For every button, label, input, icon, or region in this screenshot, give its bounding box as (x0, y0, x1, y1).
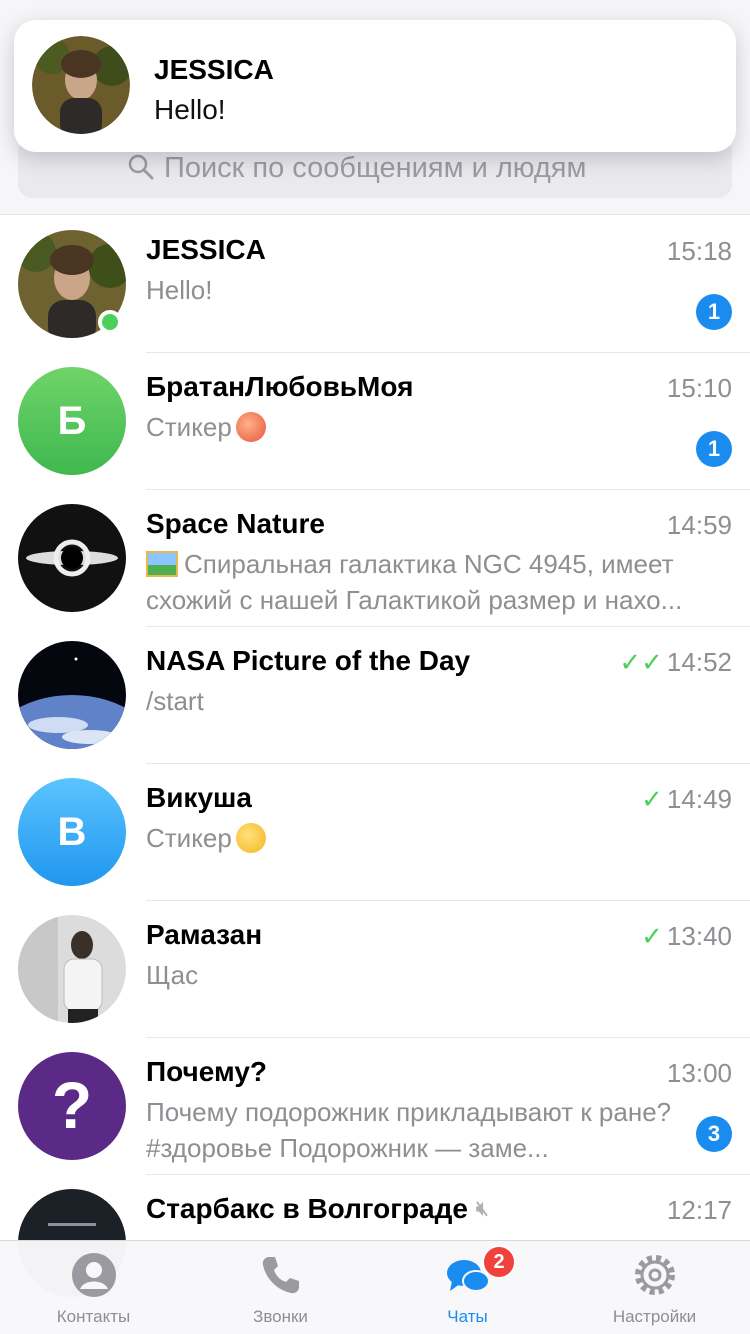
chat-name: Рамазан (146, 919, 263, 950)
chat-preview: Hello! (146, 275, 213, 305)
tab-calls[interactable]: Звонки (187, 1241, 374, 1334)
tab-label: Контакты (56, 1307, 131, 1326)
chat-time: ✓ 14:49 (641, 784, 732, 815)
chat-time: ✓✓ 14:52 (619, 647, 732, 678)
chat-preview: Щас (146, 960, 199, 990)
tab-label: Звонки (253, 1307, 308, 1326)
chat-preview-text: Стикер (146, 412, 232, 442)
notification-title: JESSICA (154, 54, 274, 85)
notification-text: Hello! (154, 94, 226, 125)
chat-row-pochemu[interactable]: ? Почему? 13:00 Почему подорожник прикла… (0, 1038, 750, 1175)
chat-row-space-nature[interactable]: Space Nature 14:59 Спиральная галактика … (0, 490, 750, 627)
chat-name-text: Старбакс в Волгограде (146, 1193, 468, 1224)
contacts-icon (71, 1253, 116, 1297)
chat-preview-text: Спиральная галактика NGC 4945, имеет схо… (146, 549, 683, 615)
chat-time: 15:10 (666, 373, 732, 403)
tab-contacts[interactable]: Контакты (0, 1241, 187, 1334)
chat-row-jessica[interactable]: JESSICA 15:18 Hello! 1 (0, 216, 750, 353)
double-check-icon: ✓✓ (619, 647, 663, 677)
online-indicator (98, 310, 122, 334)
letter-avatar: В (18, 778, 126, 886)
unread-badge: 1 (696, 431, 732, 467)
chat-preview: Стикер (146, 820, 676, 856)
check-icon: ✓ (641, 921, 663, 951)
chat-time-text: 14:52 (666, 647, 732, 677)
notification-banner[interactable]: JESSICA Hello! (14, 20, 736, 152)
tab-settings[interactable]: Настройки (561, 1241, 748, 1334)
chat-preview: Спиральная галактика NGC 4945, имеет схо… (146, 546, 726, 618)
mute-icon: 🔇︎ (475, 1198, 489, 1220)
chat-name: NASA Picture of the Day (146, 645, 471, 676)
chat-name: Space Nature (146, 508, 325, 539)
search-input[interactable]: Поиск по сообщениям и людям (164, 152, 586, 185)
peach-emoji-icon (235, 412, 266, 442)
grin-emoji-icon (235, 823, 266, 853)
tab-label: Чаты (447, 1307, 488, 1326)
chat-preview: Стикер (146, 409, 676, 445)
tab-badge: 2 (482, 1245, 516, 1279)
chat-row-nasa[interactable]: NASA Picture of the Day ✓✓ 14:52 /start (0, 627, 750, 764)
chat-time: ✓ 13:40 (641, 921, 732, 952)
unread-badge: 3 (696, 1116, 732, 1152)
chat-time-text: 13:40 (666, 921, 732, 951)
letter-avatar: Б (18, 367, 126, 475)
tab-label: Настройки (612, 1307, 697, 1326)
chat-name: Почему? (146, 1056, 268, 1087)
notification-avatar (32, 36, 130, 134)
chat-preview-text: Стикер (146, 823, 232, 853)
chat-time: 15:18 (666, 236, 732, 266)
photo-avatar (18, 915, 126, 1023)
chat-time: 12:17 (666, 1195, 732, 1225)
chat-row-ramazan[interactable]: Рамазан ✓ 13:40 Щас (0, 901, 750, 1038)
tab-bar: Контакты Звонки 2 Чаты Настройки (0, 1240, 750, 1334)
question-avatar: ? (18, 1052, 126, 1160)
earth-avatar (18, 641, 126, 749)
chat-preview: /start (146, 686, 204, 716)
avatar-letter: Б (57, 398, 87, 443)
chat-time-text: 14:49 (666, 784, 732, 814)
chat-list: JESSICA 15:18 Hello! 1 Б БратанЛюбовьМоя… (0, 216, 750, 1312)
chat-time: 14:59 (666, 510, 732, 540)
settings-icon (634, 1255, 675, 1295)
chat-name: JESSICA (146, 234, 266, 265)
avatar-letter: В (57, 809, 87, 854)
svg-text:?: ? (52, 1068, 92, 1142)
search-icon (128, 154, 154, 180)
unread-badge: 1 (696, 294, 732, 330)
chat-preview: Почему подорожник прикладывают к ране? #… (146, 1097, 672, 1163)
check-icon: ✓ (641, 784, 663, 814)
chat-time: 13:00 (666, 1058, 732, 1088)
chat-name: БратанЛюбовьМоя (146, 371, 414, 402)
chat-row-bratan[interactable]: Б БратанЛюбовьМоя 15:10 Стикер 1 (0, 353, 750, 490)
tab-chats[interactable]: 2 Чаты (374, 1241, 561, 1334)
chat-name: Старбакс в Волгограде 🔇︎ (146, 1193, 489, 1225)
chat-name: Викуша (146, 782, 252, 813)
picture-icon (146, 551, 178, 577)
chat-row-vikusha[interactable]: В Викуша ✓ 14:49 Стикер (0, 764, 750, 901)
galaxy-avatar (18, 504, 126, 612)
phone-icon (262, 1257, 299, 1294)
